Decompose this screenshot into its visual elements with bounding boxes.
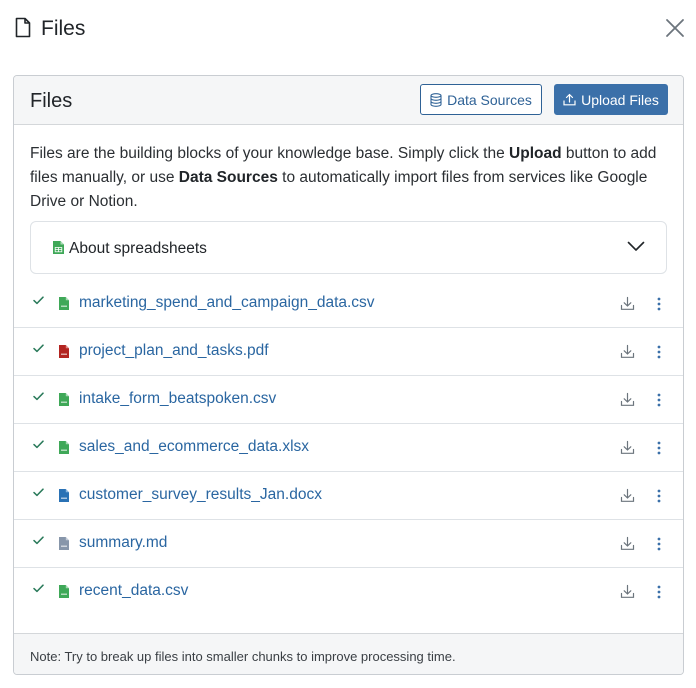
file-icon (15, 17, 31, 38)
file-name-link[interactable]: sales_and_ecommerce_data.xlsx (79, 437, 309, 456)
more-options-icon[interactable] (655, 440, 663, 456)
footer-note: Note: Try to break up files into smaller… (30, 649, 456, 664)
file-row: summary.md (14, 520, 683, 568)
file-name-link[interactable]: summary.md (79, 533, 167, 552)
md-file-icon (59, 537, 69, 550)
more-options-icon[interactable] (655, 584, 663, 600)
docx-file-icon (59, 489, 69, 502)
data-sources-button[interactable]: Data Sources (420, 84, 542, 115)
check-icon (33, 584, 44, 593)
file-name-link[interactable]: recent_data.csv (79, 581, 188, 600)
pdf-file-icon (59, 345, 69, 358)
more-options-icon[interactable] (655, 488, 663, 504)
more-options-icon[interactable] (655, 392, 663, 408)
download-icon[interactable] (620, 536, 635, 551)
file-row: project_plan_and_tasks.pdf (14, 328, 683, 376)
upload-icon (563, 93, 576, 106)
chevron-down-icon (627, 241, 645, 251)
csv-file-icon (59, 393, 69, 406)
file-row: sales_and_ecommerce_data.xlsx (14, 424, 683, 472)
check-icon (33, 440, 44, 449)
download-icon[interactable] (620, 296, 635, 311)
more-options-icon[interactable] (655, 296, 663, 312)
csv-file-icon (59, 297, 69, 310)
csv-file-icon (59, 585, 69, 598)
card-header: Files Data Sources Upload Files (14, 76, 683, 125)
file-name-link[interactable]: project_plan_and_tasks.pdf (79, 341, 269, 360)
file-row: intake_form_beatspoken.csv (14, 376, 683, 424)
more-options-icon[interactable] (655, 536, 663, 552)
file-list: marketing_spend_and_campaign_data.csvpro… (14, 280, 683, 616)
about-spreadsheets-accordion[interactable]: About spreadsheets (30, 221, 667, 274)
download-icon[interactable] (620, 440, 635, 455)
xlsx-file-icon (59, 441, 69, 454)
upload-files-button[interactable]: Upload Files (554, 84, 668, 115)
file-row: marketing_spend_and_campaign_data.csv (14, 280, 683, 328)
check-icon (33, 344, 44, 353)
upload-files-label: Upload Files (581, 91, 659, 108)
file-row: customer_survey_results_Jan.docx (14, 472, 683, 520)
check-icon (33, 392, 44, 401)
close-icon[interactable] (663, 16, 687, 40)
download-icon[interactable] (620, 488, 635, 503)
more-options-icon[interactable] (655, 344, 663, 360)
file-name-link[interactable]: marketing_spend_and_campaign_data.csv (79, 293, 375, 312)
file-row: recent_data.csv (14, 568, 683, 616)
database-icon (430, 92, 442, 107)
data-sources-label: Data Sources (447, 91, 532, 108)
intro-text: Files are the building blocks of your kn… (30, 145, 657, 210)
check-icon (33, 536, 44, 545)
file-name-link[interactable]: intake_form_beatspoken.csv (79, 389, 276, 408)
modal-header: Files (0, 0, 696, 58)
spreadsheet-icon (53, 241, 64, 254)
files-card: Files Data Sources Upload Files Files ar… (13, 75, 684, 675)
card-footer: Note: Try to break up files into smaller… (14, 633, 683, 674)
check-icon (33, 488, 44, 497)
download-icon[interactable] (620, 344, 635, 359)
download-icon[interactable] (620, 584, 635, 599)
card-title: Files (30, 90, 73, 112)
modal-title: Files (41, 17, 86, 40)
accordion-label: About spreadsheets (69, 240, 207, 257)
check-icon (33, 296, 44, 305)
download-icon[interactable] (620, 392, 635, 407)
file-name-link[interactable]: customer_survey_results_Jan.docx (79, 485, 322, 504)
